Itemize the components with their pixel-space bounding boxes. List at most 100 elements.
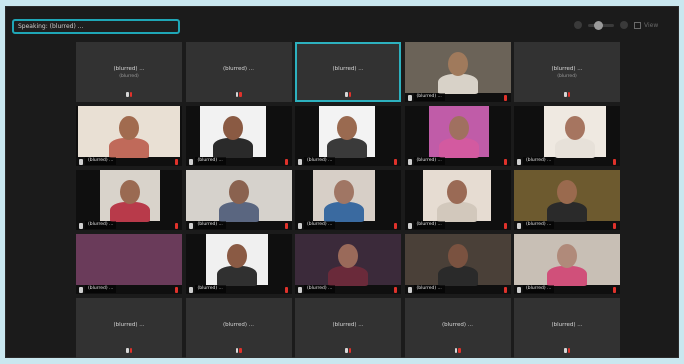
- participant-silhouette: [216, 266, 257, 286]
- participant-tile[interactable]: (blurred) ...: [295, 42, 401, 102]
- next-page-icon[interactable]: [620, 21, 628, 29]
- participant-tile[interactable]: (blurred) ...: [76, 106, 182, 166]
- participant-tile[interactable]: (blurred) ...: [404, 106, 511, 166]
- video-status-icon: [517, 287, 521, 293]
- participant-silhouette: [218, 202, 259, 222]
- meeting-window: Speaking: (blurred) ... View (blurred) .…: [5, 6, 679, 358]
- video-feed: [514, 234, 620, 286]
- participant-gallery: (blurred) ... (blurred) (blurred) ... (blur…: [76, 42, 620, 362]
- participant-tile[interactable]: (blurred) ...: [295, 170, 401, 230]
- participant-name-label: (blurred) ...: [194, 221, 226, 229]
- participant-tile[interactable]: (blurred) ...: [295, 298, 401, 358]
- mic-muted-icon: [613, 287, 616, 293]
- mic-muted-icon: [564, 92, 570, 98]
- participant-tile[interactable]: (blurred) ...: [185, 170, 292, 230]
- view-button[interactable]: View: [634, 20, 672, 31]
- participant-name-label: (blurred) ...: [85, 157, 117, 165]
- participant-tile[interactable]: (blurred) ...: [76, 234, 182, 294]
- video-status-icon: [407, 95, 412, 101]
- participant-silhouette: [109, 138, 149, 158]
- participant-name-label: (blurred) ...: [194, 157, 226, 165]
- video-status-icon: [79, 223, 83, 229]
- participant-name-label: (blurred) ...: [85, 221, 117, 229]
- video-feed: [205, 234, 268, 286]
- slider-knob[interactable]: [594, 20, 603, 30]
- video-feed: [313, 170, 375, 222]
- participant-subtitle: (blurred): [119, 74, 139, 79]
- participant-silhouette: [438, 138, 479, 158]
- participant-face: [119, 116, 139, 140]
- video-feed: [100, 170, 160, 222]
- participant-face: [222, 116, 243, 140]
- grid-view-icon: [634, 22, 641, 29]
- participant-silhouette: [324, 202, 364, 222]
- participant-name: (blurred) ...: [551, 66, 583, 72]
- video-feed: [78, 106, 180, 158]
- mic-muted-icon: [345, 92, 351, 98]
- participant-tile[interactable]: (blurred) ...: [404, 42, 511, 102]
- page-slider[interactable]: [588, 20, 614, 30]
- active-speaker-indicator: Speaking: (blurred) ...: [12, 19, 180, 34]
- participant-tile[interactable]: (blurred) ...: [295, 234, 401, 294]
- participant-name-label: (blurred) ...: [304, 221, 336, 229]
- participant-tile[interactable]: (blurred) ...: [185, 42, 292, 102]
- participant-face: [226, 244, 247, 268]
- mic-muted-icon: [126, 92, 132, 98]
- participant-silhouette: [327, 138, 367, 158]
- mic-muted-icon: [613, 223, 616, 229]
- participant-name-label: (blurred) ...: [523, 157, 555, 165]
- participant-silhouette: [547, 266, 587, 286]
- mic-muted-icon: [394, 287, 397, 293]
- video-status-icon: [298, 159, 302, 165]
- previous-page-icon[interactable]: [574, 21, 582, 29]
- participant-silhouette: [437, 74, 478, 94]
- participant-name-label: (blurred) ...: [523, 285, 555, 293]
- participant-tile[interactable]: (blurred) ...: [404, 234, 511, 294]
- mic-muted-icon: [284, 223, 288, 229]
- participant-name: (blurred) ...: [113, 322, 145, 328]
- mic-muted-icon: [126, 348, 132, 354]
- video-status-icon: [407, 287, 412, 293]
- video-feed: [295, 234, 401, 286]
- participant-tile[interactable]: (blurred) ... (blurred): [514, 42, 620, 102]
- participant-tile[interactable]: (blurred) ...: [404, 170, 511, 230]
- participant-name-label: (blurred) ...: [413, 93, 445, 101]
- participant-tile[interactable]: (blurred) ...: [514, 170, 620, 230]
- mic-muted-icon: [394, 159, 397, 165]
- mic-muted-icon: [503, 159, 507, 165]
- participant-face: [337, 116, 357, 140]
- participant-silhouette: [547, 202, 587, 222]
- participant-tile[interactable]: (blurred) ... (blurred): [76, 42, 182, 102]
- participant-tile[interactable]: (blurred) ...: [185, 298, 292, 358]
- participant-name: (blurred) ...: [113, 66, 145, 72]
- video-status-icon: [298, 287, 302, 293]
- mic-muted-icon: [503, 287, 507, 293]
- video-feed: [514, 170, 620, 222]
- participant-tile[interactable]: (blurred) ...: [185, 106, 292, 166]
- participant-face: [120, 180, 140, 204]
- mic-muted-icon: [503, 95, 507, 101]
- mic-muted-icon: [454, 348, 461, 354]
- participant-tile[interactable]: (blurred) ...: [514, 298, 620, 358]
- participant-face: [448, 116, 469, 140]
- participant-name: (blurred) ...: [223, 66, 254, 72]
- video-feed: [544, 106, 606, 158]
- participant-name: (blurred) ...: [332, 66, 364, 72]
- participant-tile[interactable]: (blurred) ...: [76, 298, 182, 358]
- video-feed: [422, 170, 491, 222]
- participant-name-label: (blurred) ...: [413, 221, 445, 229]
- video-status-icon: [517, 223, 521, 229]
- participant-tile[interactable]: (blurred) ...: [185, 234, 292, 294]
- video-status-icon: [298, 223, 302, 229]
- participant-tile[interactable]: (blurred) ...: [404, 298, 511, 358]
- participant-face: [446, 180, 467, 204]
- participant-tile[interactable]: (blurred) ...: [76, 170, 182, 230]
- participant-tile[interactable]: (blurred) ...: [514, 106, 620, 166]
- participant-name-label: (blurred) ...: [523, 221, 555, 229]
- video-status-icon: [188, 159, 193, 165]
- participant-silhouette: [555, 138, 595, 158]
- participant-tile[interactable]: (blurred) ...: [295, 106, 401, 166]
- participant-face: [334, 180, 354, 204]
- participant-name: (blurred) ...: [332, 322, 364, 328]
- participant-tile[interactable]: (blurred) ...: [514, 234, 620, 294]
